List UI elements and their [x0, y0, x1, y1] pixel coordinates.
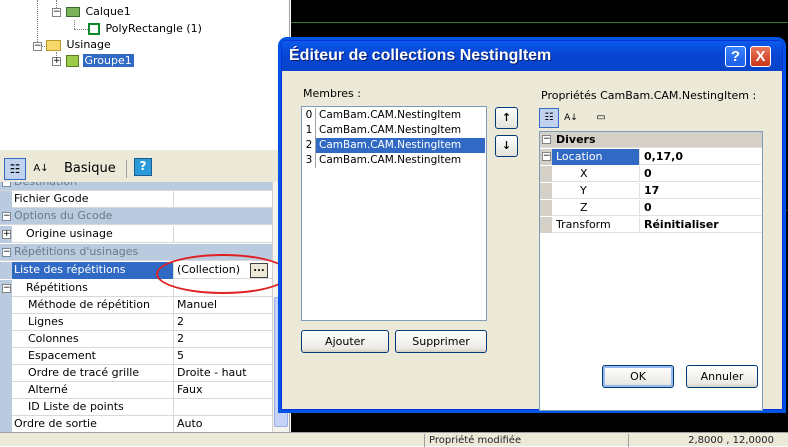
category-misc[interactable]: − Divers — [540, 132, 762, 148]
category-destination[interactable]: − Destination — [0, 182, 272, 191]
property-toolbar: ☷ A↓ Basique ? — [0, 156, 290, 182]
member-item[interactable]: 1 CamBam.CAM.NestingItem — [303, 123, 485, 138]
properties-toolbar: ☷ A↓ ▭ — [539, 108, 619, 128]
prop-row-x[interactable]: X 0 — [540, 166, 762, 182]
object-tree[interactable]: − Calque1 PolyRectangle (1) − Usinage + … — [0, 0, 290, 150]
polyrectangle-icon — [88, 23, 100, 35]
toolbar-separator — [126, 160, 127, 178]
expand-toggle[interactable]: + — [52, 57, 61, 66]
prop-row-point-list-id[interactable]: ID Liste de points — [0, 399, 272, 416]
prop-row-spacing[interactable]: Espacement 5 — [0, 348, 272, 365]
tree-node-layer[interactable]: Calque1 — [66, 4, 133, 20]
category-gcode-options[interactable]: − Options du Gcode — [0, 208, 272, 225]
collection-editor-dialog: Éditeur de collections NestingItem ? X M… — [281, 40, 783, 411]
member-item[interactable]: 3 CamBam.CAM.NestingItem — [303, 153, 485, 168]
help-button[interactable]: ? — [725, 46, 746, 67]
sort-alpha-icon[interactable]: A↓ — [561, 108, 581, 128]
prop-row-y[interactable]: Y 17 — [540, 183, 762, 199]
collapse-toggle[interactable]: − — [52, 8, 61, 17]
member-item-selected[interactable]: 2 CamBam.CAM.NestingItem — [303, 138, 485, 153]
dialog-titlebar[interactable]: Éditeur de collections NestingItem ? X — [282, 41, 782, 71]
prop-row-transform[interactable]: Transform Réinitialiser — [540, 217, 762, 233]
prop-row-gcode-file[interactable]: Fichier Gcode — [0, 191, 272, 208]
collapse-toggle[interactable]: − — [33, 42, 42, 51]
dialog-title: Éditeur de collections NestingItem — [289, 47, 552, 64]
move-up-button[interactable]: ↑ — [495, 107, 518, 129]
prop-row-output-order[interactable]: Ordre de sortie Auto — [0, 416, 272, 432]
tree-node-group[interactable]: Groupe1 — [66, 53, 134, 69]
prop-row-grid-order[interactable]: Ordre de tracé grille Droite - haut — [0, 365, 272, 382]
status-message: Propriété modifiée — [424, 434, 624, 447]
prop-row-location[interactable]: − Location 0,17,0 — [540, 149, 762, 165]
prop-row-rows[interactable]: Lignes 2 — [0, 314, 272, 331]
cancel-button[interactable]: Annuler — [686, 365, 758, 388]
tree-node-polyrectangle[interactable]: PolyRectangle (1) — [88, 21, 204, 37]
highlight-annotation — [156, 254, 290, 294]
properties-label: Propriétés CamBam.CAM.NestingItem : — [541, 89, 757, 102]
move-down-button[interactable]: ↓ — [495, 135, 518, 157]
collapse-toggle[interactable]: − — [2, 284, 11, 293]
tree-node-label: Usinage — [66, 38, 111, 51]
add-button[interactable]: Ajouter — [301, 330, 389, 353]
close-button[interactable]: X — [750, 46, 771, 67]
tree-node-label: PolyRectangle (1) — [105, 22, 202, 35]
view-mode-label[interactable]: Basique — [64, 161, 116, 176]
tree-node-label: Calque1 — [85, 5, 131, 18]
member-item[interactable]: 0 CamBam.CAM.NestingItem — [303, 108, 485, 123]
categorized-view-icon[interactable]: ☷ — [539, 108, 559, 128]
status-bar: Propriété modifiée 2,8000 , 12,0000 — [0, 432, 788, 447]
prop-row-machining-origin[interactable]: + Origine usinage — [0, 226, 272, 243]
members-list[interactable]: 0 CamBam.CAM.NestingItem 1 CamBam.CAM.Nest… — [301, 106, 487, 321]
prop-row-z[interactable]: Z 0 — [540, 200, 762, 216]
collapse-toggle[interactable]: − — [542, 152, 551, 161]
remove-button[interactable]: Supprimer — [395, 330, 487, 353]
prop-row-alternate[interactable]: Alterné Faux — [0, 382, 272, 399]
folder-icon — [46, 39, 61, 51]
tree-node-machining[interactable]: Usinage — [46, 37, 113, 53]
property-pages-icon[interactable]: ▭ — [591, 108, 611, 128]
sort-alpha-icon[interactable]: A↓ — [30, 158, 52, 180]
help-icon[interactable]: ? — [134, 158, 152, 176]
group-cube-icon — [66, 55, 79, 67]
status-coordinates: 2,8000 , 12,0000 — [628, 434, 788, 447]
members-label: Membres : — [303, 87, 361, 100]
prop-row-columns[interactable]: Colonnes 2 — [0, 331, 272, 348]
tree-node-label: Groupe1 — [82, 54, 134, 67]
expand-toggle[interactable]: + — [2, 230, 11, 239]
prop-row-repetition-method[interactable]: Méthode de répétition Manuel — [0, 297, 272, 314]
categorized-view-icon[interactable]: ☷ — [4, 158, 26, 180]
property-grid[interactable]: − Destination Fichier Gcode − Options du… — [0, 182, 272, 432]
layer-icon — [66, 7, 80, 17]
ok-button[interactable]: OK — [602, 365, 674, 388]
